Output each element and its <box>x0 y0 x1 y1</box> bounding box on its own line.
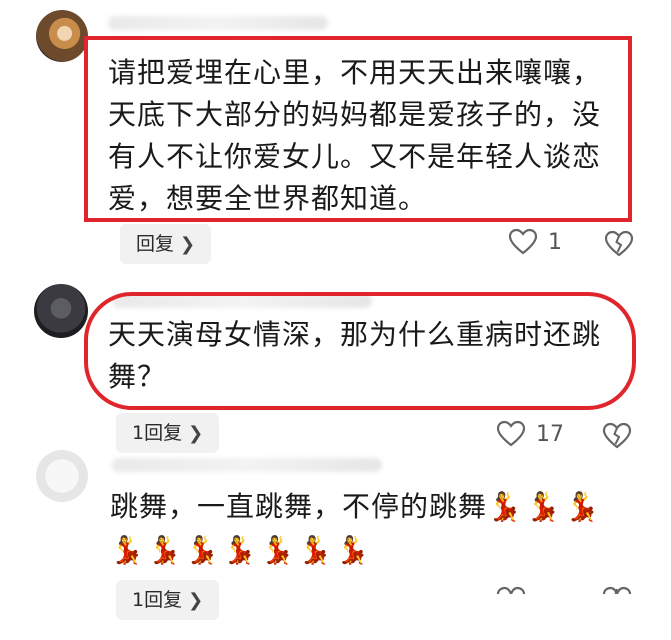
reply-button[interactable]: 1回复 ❯ <box>116 413 220 453</box>
dancer-emoji-row: 💃💃💃💃💃💃💃 <box>110 535 374 566</box>
broken-heart-icon[interactable] <box>602 580 632 594</box>
username-blurred[interactable] <box>108 16 328 30</box>
reply-button[interactable]: 1回复 ❯ <box>116 580 220 620</box>
reply-label: 1回复 <box>132 422 183 444</box>
comment-line: 有人不让你爱女儿。又不是年轻人谈恋 <box>108 140 602 173</box>
chevron-right-icon: ❯ <box>188 590 204 611</box>
heart-outline-icon <box>496 420 526 447</box>
like-button[interactable] <box>496 580 526 594</box>
comment-line: 爱，想要全世界都知道。 <box>108 182 428 215</box>
comment-text: 请把爱埋在心里，不用天天出来嚷嚷， 天底下大部分的妈妈都是爱孩子的，没 有人不让… <box>108 52 601 220</box>
like-count: 1 <box>548 229 562 255</box>
comment-3: 跳舞，一直跳舞，不停的跳舞💃💃💃 💃💃💃💃💃💃💃 1回复 ❯ <box>0 450 671 640</box>
broken-heart-icon[interactable] <box>604 230 634 258</box>
like-button[interactable]: 1 <box>508 228 562 256</box>
comment-line: 请把爱埋在心里，不用天天出来嚷嚷， <box>108 56 602 89</box>
reply-button[interactable]: 回复 ❯ <box>120 224 212 264</box>
comment-line: 天底下大部分的妈妈都是爱孩子的，没 <box>108 98 602 131</box>
chevron-right-icon: ❯ <box>188 423 204 444</box>
reply-label: 1回复 <box>132 589 183 611</box>
heart-outline-icon <box>496 586 526 594</box>
comment-line-text: 跳舞，一直跳舞，不停的跳舞 <box>110 490 488 523</box>
dancer-emoji: 💃💃💃 <box>487 490 604 523</box>
avatar[interactable] <box>36 10 88 62</box>
comment-line: 舞？ <box>108 360 167 393</box>
reply-label: 回复 <box>136 233 175 255</box>
username-blurred[interactable] <box>112 458 382 472</box>
comment-text: 天天演母女情深，那为什么重病时还跳 舞？ <box>108 314 601 398</box>
comment-line: 天天演母女情深，那为什么重病时还跳 <box>108 318 602 351</box>
heart-outline-icon <box>508 228 538 255</box>
chevron-right-icon: ❯ <box>180 234 196 255</box>
broken-heart-icon[interactable] <box>602 422 632 450</box>
comment-2: 天天演母女情深，那为什么重病时还跳 舞？ 1回复 ❯ 17 <box>0 270 671 453</box>
comment-text: 跳舞，一直跳舞，不停的跳舞💃💃💃 <box>110 486 604 528</box>
comment-line: 跳舞，一直跳舞，不停的跳舞💃💃💃 <box>110 486 604 528</box>
like-count: 17 <box>536 421 564 447</box>
avatar[interactable] <box>34 284 88 338</box>
like-button[interactable]: 17 <box>496 420 564 448</box>
comment-1: 请把爱埋在心里，不用天天出来嚷嚷， 天底下大部分的妈妈都是爱孩子的，没 有人不让… <box>0 0 671 270</box>
avatar[interactable] <box>36 450 88 502</box>
